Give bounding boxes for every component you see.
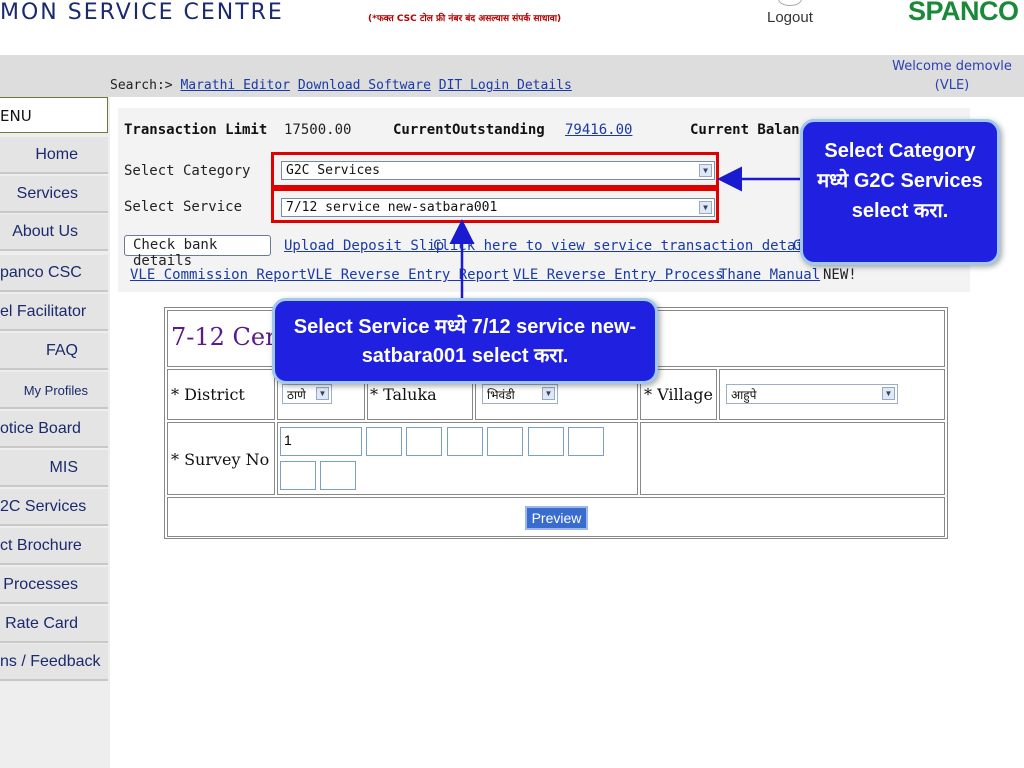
service-callout: Select Service मध्ये 7/12 service new-sa… — [272, 298, 658, 384]
category-callout: Select Category मध्ये G2C Services selec… — [800, 119, 1000, 265]
callout-arrows — [449, 166, 803, 300]
